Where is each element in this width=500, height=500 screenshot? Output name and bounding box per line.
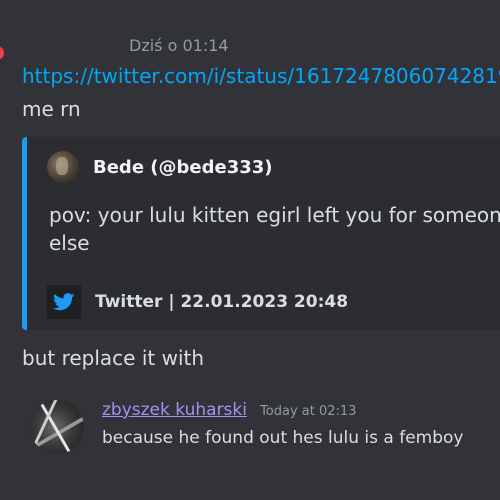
avatar[interactable] [30, 400, 84, 454]
reply-timestamp: Today at 02:13 [260, 404, 357, 419]
avatar[interactable] [0, 46, 4, 60]
embed-footer-text: Twitter | 22.01.2023 20:48 [95, 292, 349, 312]
chat-view: Dziś o 01:14 https://twitter.com/i/statu… [0, 0, 500, 500]
twitter-bird-icon [47, 285, 81, 319]
tweet-embed: Bede (@bede333) pov: your lulu kitten eg… [22, 137, 500, 330]
message-text-continued: but replace it with [22, 346, 205, 370]
tweet-link[interactable]: https://twitter.com/i/status/16172478060… [22, 64, 500, 88]
message-timestamp: Dziś o 01:14 [129, 36, 229, 55]
embed-description: pov: your lulu kitten egirl left you for… [49, 203, 500, 255]
embed-author-name[interactable]: Bede (@bede333) [93, 157, 273, 178]
reply-text: because he found out hes lulu is a fembo… [102, 428, 464, 448]
embed-footer: Twitter | 22.01.2023 20:48 [47, 285, 348, 319]
reply-message: zbyszek kuharski Today at 02:13 because … [30, 396, 500, 458]
username[interactable]: zbyszek kuharski [102, 400, 247, 420]
reply-header: zbyszek kuharski Today at 02:13 [102, 400, 356, 420]
embed-author[interactable]: Bede (@bede333) [47, 151, 273, 183]
author-avatar[interactable] [47, 151, 79, 183]
message-text: me rn [22, 97, 81, 121]
